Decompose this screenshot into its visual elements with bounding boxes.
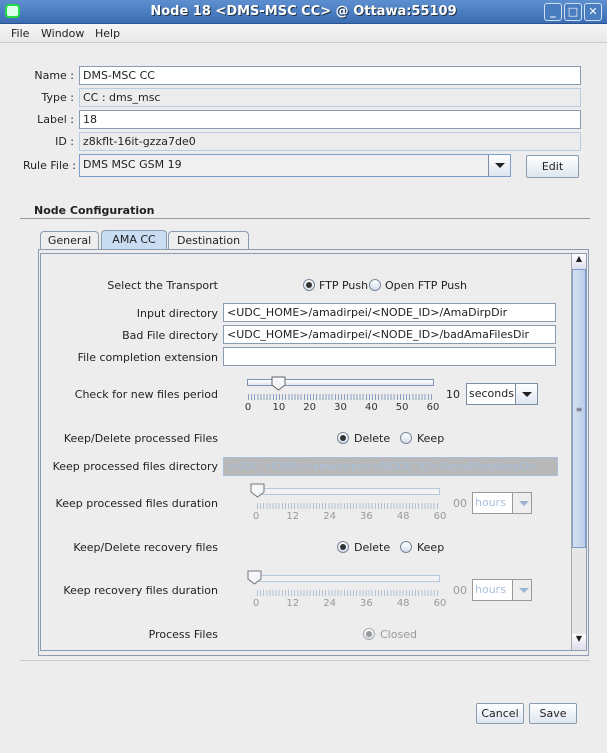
recovery-keep-label[interactable]: Keep: [417, 541, 444, 554]
tick-label: 10: [272, 402, 286, 413]
chevron-down-icon[interactable]: [488, 155, 510, 176]
file-completion-extension-label: File completion extension: [77, 351, 218, 364]
open-ftp-push-label[interactable]: Open FTP Push: [385, 279, 467, 292]
keep-delete-recovery-label: Keep/Delete recovery files: [73, 541, 218, 554]
window-title: Node 18 <DMS-MSC CC> @ Ottawa:55109: [150, 4, 457, 19]
tick-label: 48: [396, 511, 410, 522]
recovery-delete-radio[interactable]: [337, 541, 349, 553]
edit-button[interactable]: Edit: [526, 155, 579, 178]
tick-label: 20: [303, 402, 317, 413]
name-input[interactable]: DMS-MSC CC: [79, 66, 581, 85]
bad-file-directory-label: Bad File directory: [122, 329, 218, 342]
scroll-down-button[interactable]: ▼: [572, 634, 586, 649]
tick-label: 24: [323, 598, 336, 609]
id-label: ID :: [55, 135, 74, 148]
scroll-up-button[interactable]: ▲: [572, 254, 586, 269]
check-period-unit-select[interactable]: seconds: [466, 383, 538, 405]
slider-ticks: [257, 503, 440, 509]
tick-label: 36: [360, 598, 373, 609]
slider-thumb[interactable]: [271, 376, 287, 391]
slider-ticks: [248, 394, 434, 400]
slider-ticks: [257, 590, 440, 596]
keep-processed-dir-label: Keep processed files directory: [52, 460, 218, 473]
menu-file[interactable]: File: [11, 27, 29, 40]
tab-general[interactable]: General: [40, 231, 99, 250]
open-ftp-push-radio[interactable]: [369, 279, 381, 291]
chevron-down-icon[interactable]: [515, 384, 537, 404]
tab-destination[interactable]: Destination: [168, 231, 249, 250]
menu-bar: [0, 24, 607, 43]
label-label: Label :: [37, 113, 74, 126]
minimize-button[interactable]: _: [544, 3, 562, 21]
tick-label: 48: [396, 598, 410, 609]
rule-file-value: DMS MSC GSM 19: [83, 158, 182, 171]
ftp-push-radio[interactable]: [303, 279, 315, 291]
unit-value: hours: [475, 496, 506, 509]
tick-label: 12: [286, 598, 300, 609]
recovery-duration-value: 00: [453, 584, 467, 597]
tick-label: 50: [395, 402, 409, 413]
process-files-closed-label: Closed: [380, 628, 417, 641]
processed-duration-value: 00: [453, 497, 467, 510]
tick-label: 0: [244, 402, 252, 413]
id-field: z8kflt-16it-gzza7de0: [79, 132, 581, 151]
keep-processed-duration-label: Keep processed files duration: [55, 497, 218, 510]
tick-label: 0: [252, 598, 260, 609]
check-period-label: Check for new files period: [74, 388, 218, 401]
transport-label: Select the Transport: [107, 279, 218, 292]
tick-label: 60: [433, 598, 447, 609]
recovery-duration-slider: [250, 575, 440, 582]
label-input[interactable]: 18: [79, 110, 581, 129]
tick-label: 36: [360, 511, 373, 522]
processed-duration-slider: [255, 488, 440, 495]
rule-file-label: Rule File :: [22, 159, 76, 172]
tick-label: 60: [426, 402, 440, 413]
tick-label: 12: [286, 511, 300, 522]
input-directory-label: Input directory: [136, 307, 218, 320]
maximize-button[interactable]: □: [564, 3, 582, 21]
slider-thumb: [250, 483, 265, 498]
tick-label: 0: [252, 511, 260, 522]
menu-help[interactable]: Help: [95, 27, 120, 40]
processed-duration-unit-select: hours: [472, 492, 532, 514]
rule-file-select[interactable]: DMS MSC GSM 19: [79, 154, 511, 177]
processed-keep-radio[interactable]: [400, 432, 412, 444]
keep-recovery-duration-label: Keep recovery files duration: [63, 584, 218, 597]
processed-delete-label[interactable]: Delete: [354, 432, 390, 445]
check-period-value: 10: [446, 388, 460, 401]
ftp-push-label[interactable]: FTP Push: [319, 279, 368, 292]
recovery-duration-unit-select: hours: [472, 579, 532, 601]
process-files-label: Process Files: [148, 628, 218, 641]
tick-label: 24: [323, 511, 336, 522]
processed-delete-radio[interactable]: [337, 432, 349, 444]
type-label: Type :: [41, 91, 74, 104]
recovery-delete-label[interactable]: Delete: [354, 541, 390, 554]
close-button[interactable]: ✕: [584, 3, 602, 21]
tick-label: 60: [433, 511, 447, 522]
process-files-closed-radio: [363, 628, 375, 640]
cancel-button[interactable]: Cancel: [476, 703, 524, 724]
keep-processed-dir-input: <UDC_HOME>/amadirpei/<NODE_ID>/AmaFilesK…: [223, 457, 558, 476]
unit-value: seconds: [469, 387, 514, 400]
slider-thumb: [247, 570, 262, 585]
type-field: CC : dms_msc: [79, 88, 581, 107]
menu-window[interactable]: Window: [41, 27, 84, 40]
chevron-down-icon: [512, 493, 531, 513]
bad-file-directory-input[interactable]: <UDC_HOME>/amadirpei/<NODE_ID>/badAmaFil…: [223, 325, 556, 344]
processed-keep-label[interactable]: Keep: [417, 432, 444, 445]
keep-delete-processed-label: Keep/Delete processed Files: [63, 432, 218, 445]
node-configuration-title: Node Configuration: [34, 204, 155, 217]
save-button[interactable]: Save: [529, 703, 577, 724]
input-directory-input[interactable]: <UDC_HOME>/amadirpei/<NODE_ID>/AmaDirpDi…: [223, 303, 556, 322]
file-completion-extension-input[interactable]: [223, 347, 556, 366]
name-label: Name :: [34, 69, 74, 82]
tab-ama-cc[interactable]: AMA CC: [101, 230, 167, 250]
chevron-down-icon: [512, 580, 531, 600]
recovery-keep-radio[interactable]: [400, 541, 412, 553]
tick-label: 30: [334, 402, 347, 413]
tick-label: 40: [364, 402, 378, 413]
unit-value: hours: [475, 583, 506, 596]
scrollbar-thumb[interactable]: ≡: [572, 269, 586, 548]
